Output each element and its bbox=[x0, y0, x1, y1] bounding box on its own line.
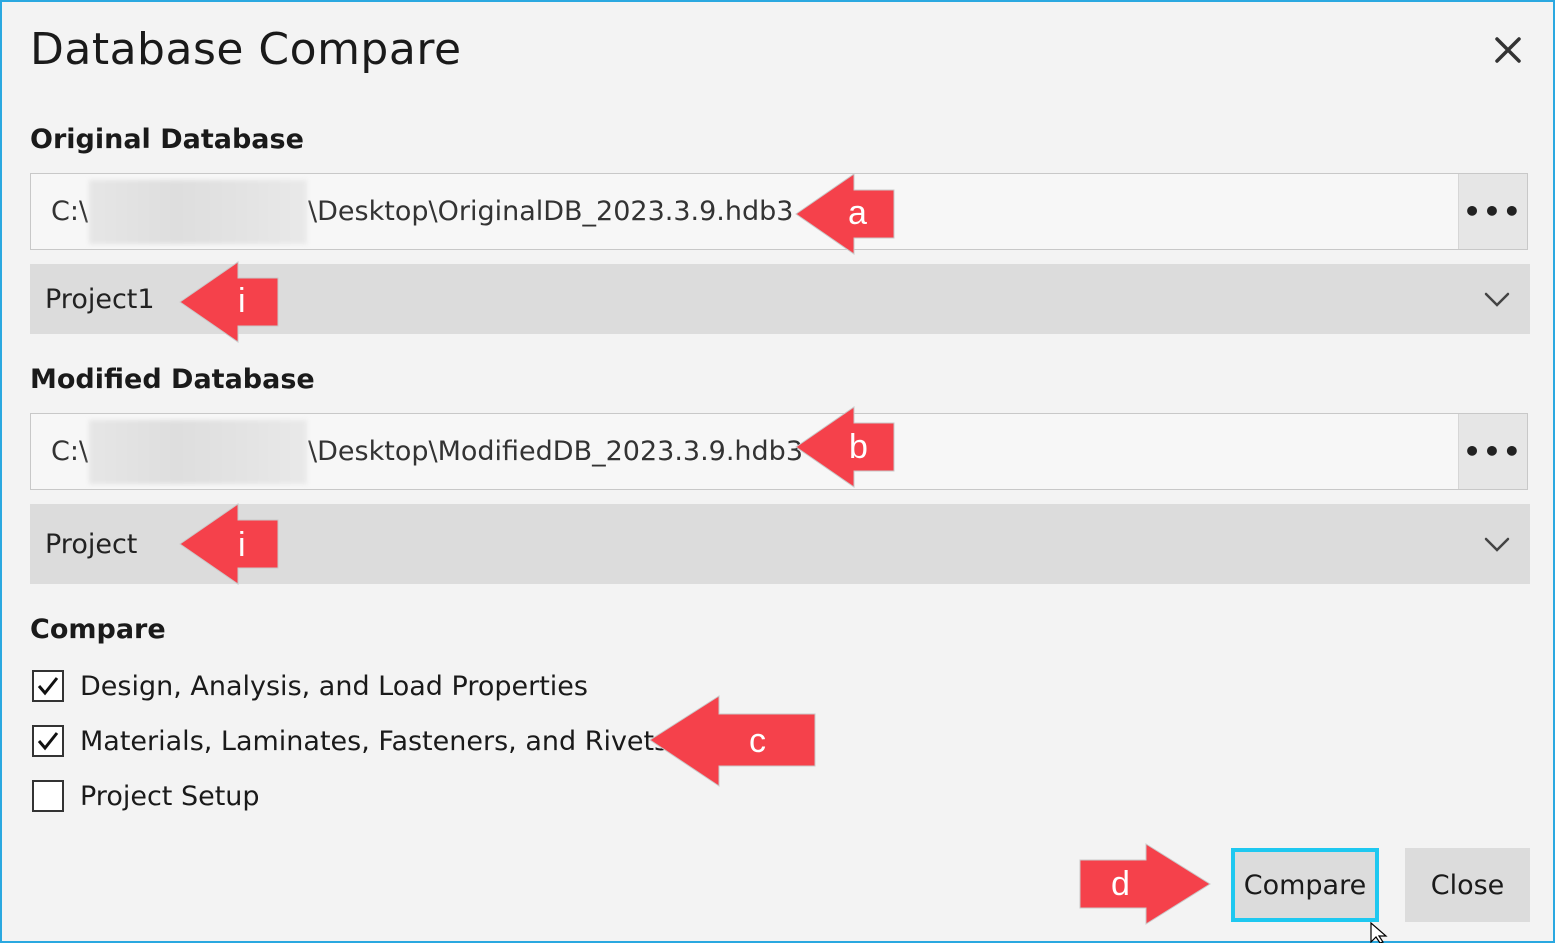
original-path-suffix: \Desktop\OriginalDB_2023.3.9.hdb3 bbox=[308, 196, 794, 227]
modified-path-field[interactable]: C:\ \Desktop\ModifiedDB_2023.3.9.hdb3 ••… bbox=[30, 413, 1528, 490]
modified-path-prefix: C:\ bbox=[51, 436, 89, 467]
modified-project-value: Project bbox=[45, 528, 138, 560]
callout-label-i-modified: i bbox=[238, 526, 246, 564]
option-project-setup[interactable]: Project Setup bbox=[32, 776, 260, 816]
checkbox-unchecked[interactable] bbox=[32, 780, 64, 812]
callout-label-i-original: i bbox=[238, 282, 246, 320]
callout-label-d: d bbox=[1111, 865, 1130, 903]
option-label: Design, Analysis, and Load Properties bbox=[80, 670, 588, 702]
option-design-analysis-load[interactable]: Design, Analysis, and Load Properties bbox=[32, 666, 588, 706]
checkbox-checked[interactable] bbox=[32, 725, 64, 757]
callout-arrow-i-original bbox=[179, 261, 279, 343]
mouse-cursor-icon bbox=[1370, 922, 1388, 943]
original-path-text: C:\ \Desktop\OriginalDB_2023.3.9.hdb3 bbox=[51, 174, 793, 249]
option-label: Materials, Laminates, Fasteners, and Riv… bbox=[80, 725, 669, 757]
original-database-label: Original Database bbox=[30, 124, 304, 155]
dialog-title: Database Compare bbox=[30, 24, 462, 75]
option-materials-laminates[interactable]: Materials, Laminates, Fasteners, and Riv… bbox=[32, 721, 668, 761]
compare-section-label: Compare bbox=[30, 614, 166, 645]
original-path-field[interactable]: C:\ \Desktop\OriginalDB_2023.3.9.hdb3 ••… bbox=[30, 173, 1528, 250]
modified-path-suffix: \Desktop\ModifiedDB_2023.3.9.hdb3 bbox=[308, 436, 803, 467]
callout-arrow-c bbox=[649, 695, 816, 787]
callout-label-b: b bbox=[849, 428, 868, 466]
modified-browse-button[interactable]: ••• bbox=[1458, 414, 1527, 489]
callout-arrow-i-modified bbox=[179, 503, 279, 585]
option-label: Project Setup bbox=[80, 780, 260, 812]
callout-arrow-d bbox=[1079, 843, 1211, 925]
callout-label-c: c bbox=[749, 722, 766, 760]
original-browse-button[interactable]: ••• bbox=[1458, 174, 1527, 249]
modified-database-label: Modified Database bbox=[30, 364, 315, 395]
modified-path-text: C:\ \Desktop\ModifiedDB_2023.3.9.hdb3 bbox=[51, 414, 803, 489]
chevron-down-icon bbox=[1484, 292, 1510, 307]
redacted-username bbox=[89, 419, 308, 484]
original-project-value: Project1 bbox=[45, 283, 155, 315]
checkmark-icon bbox=[37, 677, 59, 696]
checkmark-icon bbox=[37, 732, 59, 751]
original-path-prefix: C:\ bbox=[51, 196, 89, 227]
callout-arrow-b bbox=[795, 406, 895, 488]
callout-label-a: a bbox=[848, 194, 867, 232]
callout-arrow-a bbox=[795, 173, 895, 255]
database-compare-dialog: Database Compare Original Database C:\ \… bbox=[0, 0, 1555, 943]
close-button[interactable]: Close bbox=[1405, 848, 1530, 922]
redacted-username bbox=[89, 179, 308, 244]
chevron-down-icon bbox=[1484, 537, 1510, 552]
checkbox-checked[interactable] bbox=[32, 670, 64, 702]
compare-button[interactable]: Compare bbox=[1231, 848, 1379, 922]
close-icon[interactable] bbox=[1488, 30, 1528, 70]
